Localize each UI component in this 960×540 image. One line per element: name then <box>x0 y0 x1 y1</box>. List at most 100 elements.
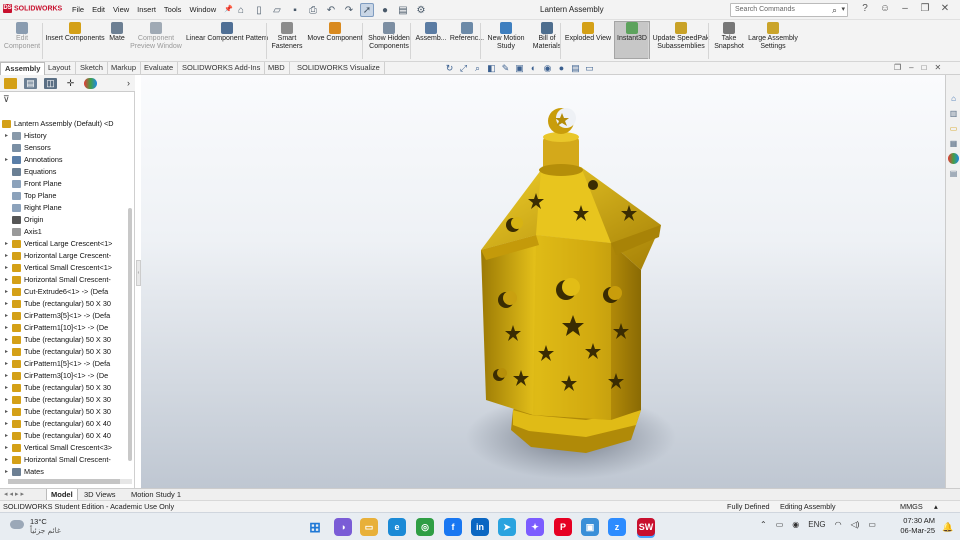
tree-item[interactable]: ▸ Tube (rectangular) 60 X 40 <box>0 418 132 430</box>
expand-arrow-icon[interactable]: ▸ <box>5 298 8 310</box>
expand-arrow-icon[interactable]: ▸ <box>5 250 8 262</box>
expand-arrow-icon[interactable]: ▸ <box>5 358 8 370</box>
zoom-to-area-icon[interactable]: ⌕ <box>472 63 483 74</box>
expand-arrow-icon[interactable]: ▸ <box>5 454 8 466</box>
tree-item[interactable]: ▸ Cut-Extrude6<1> -> (Defa <box>0 286 132 298</box>
tree-item[interactable]: ▸ Horizontal Small Crescent- <box>0 274 132 286</box>
weather-widget[interactable]: 13°C غائم جزئياً <box>10 517 61 535</box>
menu-edit[interactable]: Edit <box>92 5 105 14</box>
tree-item[interactable]: Top Plane <box>0 190 132 202</box>
tree-item[interactable]: ▸ Tube (rectangular) 50 X 30 <box>0 346 132 358</box>
exploded-view-button[interactable]: Exploded View <box>564 22 612 43</box>
expand-arrow-icon[interactable]: ▸ <box>5 154 8 166</box>
linkedin-icon[interactable]: in <box>471 518 489 536</box>
tab-markup[interactable]: Markup <box>107 62 142 75</box>
options-gear-icon[interactable]: ⚙ <box>414 3 428 17</box>
tree-item[interactable]: ▸ Tube (rectangular) 60 X 40 <box>0 430 132 442</box>
save-icon[interactable]: ▪ <box>288 3 302 17</box>
undo-icon[interactable]: ↶ <box>324 3 338 17</box>
tree-item[interactable]: Front Plane <box>0 178 132 190</box>
messenger-icon[interactable]: ✦ <box>526 518 544 536</box>
expand-arrow-icon[interactable]: ▸ <box>5 418 8 430</box>
pin-menu-icon[interactable]: 📌 <box>224 5 233 14</box>
expand-arrow-icon[interactable]: ▸ <box>5 346 8 358</box>
expand-arrow-icon[interactable]: ▸ <box>5 430 8 442</box>
hide-show-items-icon[interactable]: ◉ <box>542 63 553 74</box>
help-icon[interactable]: ? <box>858 3 872 14</box>
redo-icon[interactable]: ↷ <box>342 3 356 17</box>
file-explorer-pane-icon[interactable]: ▭ <box>948 123 959 134</box>
rebuild-icon[interactable]: ● <box>378 3 392 17</box>
display-manager-tab-icon[interactable] <box>84 78 97 89</box>
display-style-icon[interactable]: ◐ <box>528 63 539 74</box>
tray-app-icon[interactable]: ◉ <box>792 520 799 529</box>
tab-layout[interactable]: Layout <box>44 62 76 75</box>
copilot-icon[interactable]: ◑ <box>334 518 352 536</box>
view-palette-icon[interactable]: ▦ <box>948 138 959 149</box>
menu-insert[interactable]: Insert <box>137 5 156 14</box>
tree-horizontal-scrollbar[interactable] <box>8 479 132 484</box>
expand-arrow-icon[interactable]: ▸ <box>5 334 8 346</box>
graphics-area[interactable] <box>141 75 945 488</box>
tree-item[interactable]: Right Plane <box>0 202 132 214</box>
device-icon[interactable]: ▭ <box>776 520 784 529</box>
close-window-icon[interactable]: ✕ <box>934 63 941 72</box>
facebook-icon[interactable]: f <box>444 518 462 536</box>
new-motion-study-button[interactable]: New Motion Study <box>484 22 528 51</box>
tree-item[interactable]: Lantern Assembly (Default) <D <box>0 118 132 130</box>
file-properties-icon[interactable]: ▤ <box>396 3 410 17</box>
instant3d-button[interactable]: Instant3D <box>614 21 650 59</box>
edge-icon[interactable]: e <box>388 518 406 536</box>
battery-icon[interactable]: ▭ <box>868 520 876 529</box>
solidworks-logo[interactable]: DS SOLIDWORKS <box>3 4 62 13</box>
search-commands-input[interactable]: Search Commands ⌕ ▾ <box>730 3 848 17</box>
scroll-thumb[interactable] <box>8 479 120 484</box>
expand-arrow-icon[interactable]: ▸ <box>5 238 8 250</box>
solidworks-taskbar-icon[interactable]: SW <box>637 518 655 536</box>
chevron-down-icon[interactable]: ▾ <box>841 5 845 13</box>
lantern-3d-model[interactable] <box>141 75 945 488</box>
tree-item[interactable]: ▸ Vertical Large Crescent<1> <box>0 238 132 250</box>
chrome-icon[interactable]: ◎ <box>416 518 434 536</box>
expand-arrow-icon[interactable]: ▸ <box>5 442 8 454</box>
zoom-to-fit-icon[interactable]: ⤢ <box>458 63 469 74</box>
property-manager-tab-icon[interactable]: ▤ <box>24 78 37 89</box>
tree-item[interactable]: Origin <box>0 214 132 226</box>
tree-item[interactable]: ▸ Annotations <box>0 154 132 166</box>
open-folder-icon[interactable]: ▱ <box>270 3 284 17</box>
linear-component-pattern-button[interactable]: Linear Component Pattern <box>184 22 270 43</box>
tree-item[interactable]: ▸ CirPattern1[5]<1> -> (Defa <box>0 358 132 370</box>
tree-item[interactable]: ▸ Tube (rectangular) 50 X 30 <box>0 394 132 406</box>
lantern-body[interactable] <box>481 235 641 420</box>
expand-arrow-icon[interactable]: ▸ <box>5 274 8 286</box>
tree-item[interactable]: Axis1 <box>0 226 132 238</box>
tree-item[interactable]: ▸ Tube (rectangular) 50 X 30 <box>0 382 132 394</box>
user-icon[interactable]: ☺ <box>878 3 892 14</box>
expand-arrow-icon[interactable]: ▸ <box>5 262 8 274</box>
tree-vertical-scrollbar[interactable] <box>128 208 132 461</box>
expand-arrow-icon[interactable]: ▸ <box>5 322 8 334</box>
dynamic-annotation-icon[interactable]: ✎ <box>500 63 511 74</box>
tree-item[interactable]: ▸ Horizontal Small Crescent- <box>0 454 132 466</box>
custom-properties-icon[interactable]: ▤ <box>948 168 959 179</box>
panel-expand-arrow-icon[interactable]: › <box>122 78 135 89</box>
move-component-button[interactable]: Move Component <box>304 22 366 43</box>
restore-icon[interactable]: ❐ <box>918 3 932 14</box>
view-settings-icon[interactable]: ▭ <box>584 63 595 74</box>
tab-evaluate[interactable]: Evaluate <box>140 62 179 75</box>
tab-sketch[interactable]: Sketch <box>76 62 108 75</box>
tree-item[interactable]: ▸ CirPattern1[10]<1> -> (De <box>0 322 132 334</box>
new-document-icon[interactable]: ▯ <box>252 3 266 17</box>
edit-appearance-icon[interactable]: ● <box>556 63 567 74</box>
expand-arrow-icon[interactable]: ▸ <box>5 394 8 406</box>
feature-manager-tab-icon[interactable] <box>4 78 17 89</box>
tree-item[interactable]: Equations <box>0 166 132 178</box>
view-orientation-icon[interactable]: ▣ <box>514 63 525 74</box>
crescent-finial[interactable] <box>548 108 576 134</box>
restore-window-icon[interactable]: ❐ <box>894 63 901 72</box>
assemb-button[interactable]: Assemb... <box>414 22 448 43</box>
update-speedpak-subassemblies-button[interactable]: Update SpeedPak Subassemblies <box>652 22 710 51</box>
zoom-icon[interactable]: z <box>608 518 626 536</box>
photos-icon[interactable]: ▣ <box>581 518 599 536</box>
mate-button[interactable]: Mate <box>106 22 128 43</box>
